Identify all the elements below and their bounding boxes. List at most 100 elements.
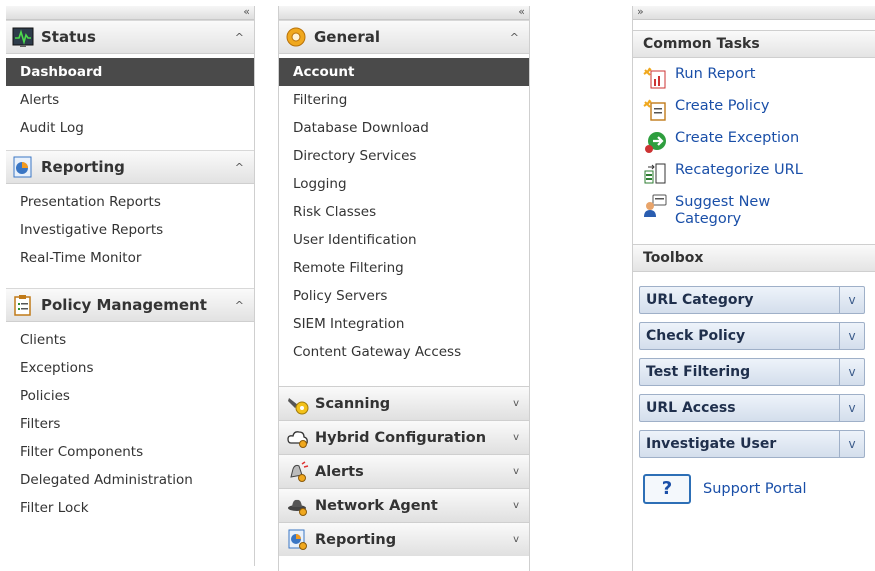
menu-item-logging[interactable]: Logging [279, 170, 529, 198]
menu-item-exceptions[interactable]: Exceptions [6, 354, 254, 382]
menu-item-real-time-monitor[interactable]: Real-Time Monitor [6, 244, 254, 272]
task-label: Create Exception [675, 130, 800, 146]
help-question-icon: ? [643, 474, 691, 504]
tool-label: Check Policy [646, 328, 746, 344]
menu-item-investigative-reports[interactable]: Investigative Reports [6, 216, 254, 244]
menu-item-account[interactable]: Account [279, 58, 529, 86]
menu-item-user-identification[interactable]: User Identification [279, 226, 529, 254]
general-menu: Account Filtering Database Download Dire… [279, 54, 529, 386]
settings-navigation-panel: « General ^ Account Filtering Database D… [278, 6, 530, 571]
menu-item-remote-filtering[interactable]: Remote Filtering [279, 254, 529, 282]
toolbox-header: Toolbox [633, 244, 875, 272]
menu-item-audit-log[interactable]: Audit Log [6, 114, 254, 142]
alerts-bell-icon [287, 460, 309, 483]
expand-icon: » [637, 5, 644, 18]
tool-label: Test Filtering [646, 364, 751, 380]
chevron-down-icon[interactable]: v [839, 395, 864, 421]
chevron-down-icon[interactable]: v [839, 287, 864, 313]
menu-item-directory-services[interactable]: Directory Services [279, 142, 529, 170]
tool-investigate-user[interactable]: Investigate User v [639, 430, 865, 458]
menu-item-filters[interactable]: Filters [6, 410, 254, 438]
common-tasks-header: Common Tasks [633, 30, 875, 58]
tool-url-category[interactable]: URL Category v [639, 286, 865, 314]
section-title: Alerts [315, 463, 364, 480]
menu-item-delegated-administration[interactable]: Delegated Administration [6, 466, 254, 494]
network-agent-hat-icon [287, 495, 309, 517]
right-tasks-panel: » Common Tasks Run Report Create Policy … [632, 6, 875, 571]
collapse-left-panel-button[interactable]: « [6, 6, 254, 20]
menu-item-filtering[interactable]: Filtering [279, 86, 529, 114]
tool-label: Investigate User [646, 436, 777, 452]
section-header-policy-management[interactable]: Policy Management ^ [6, 288, 254, 322]
reporting-settings-icon [287, 529, 309, 551]
tool-url-access[interactable]: URL Access v [639, 394, 865, 422]
section-title: Policy Management [41, 296, 207, 314]
task-run-report[interactable]: Run Report [633, 66, 875, 90]
chevron-up-icon: ^ [234, 30, 244, 44]
section-header-reporting-settings[interactable]: Reporting v [279, 522, 529, 556]
collapse-middle-panel-button[interactable]: « [279, 6, 529, 20]
run-report-icon [643, 66, 667, 90]
chevron-down-icon: v [513, 534, 519, 545]
task-label: Recategorize URL [675, 162, 803, 178]
section-title: Status [41, 28, 96, 46]
chevron-up-icon: ^ [234, 298, 244, 312]
task-recategorize-url[interactable]: Recategorize URL [633, 162, 875, 186]
section-title: Reporting [315, 531, 397, 548]
task-label: Suggest New Category [675, 194, 771, 227]
section-title: General [314, 28, 380, 46]
chevron-down-icon: v [513, 398, 519, 409]
general-gear-icon [285, 26, 307, 48]
section-header-status[interactable]: Status ^ [6, 20, 254, 54]
task-create-exception[interactable]: Create Exception [633, 130, 875, 154]
section-title: Hybrid Configuration [315, 429, 487, 446]
menu-item-risk-classes[interactable]: Risk Classes [279, 198, 529, 226]
menu-item-filter-lock[interactable]: Filter Lock [6, 494, 254, 522]
reporting-chart-icon [12, 156, 34, 178]
section-header-reporting[interactable]: Reporting ^ [6, 150, 254, 184]
menu-item-alerts[interactable]: Alerts [6, 86, 254, 114]
section-header-network-agent[interactable]: Network Agent v [279, 488, 529, 522]
section-title: Scanning [315, 395, 391, 412]
menu-item-policy-servers[interactable]: Policy Servers [279, 282, 529, 310]
section-header-hybrid-configuration[interactable]: Hybrid Configuration v [279, 420, 529, 454]
menu-item-database-download[interactable]: Database Download [279, 114, 529, 142]
status-menu: Dashboard Alerts Audit Log [6, 54, 254, 146]
chevron-down-icon[interactable]: v [839, 359, 864, 385]
chevron-down-icon[interactable]: v [839, 431, 864, 457]
tool-test-filtering[interactable]: Test Filtering v [639, 358, 865, 386]
chevron-up-icon: ^ [509, 30, 519, 44]
left-navigation-panel: « Status ^ Dashboard Alerts Audit Log Re… [6, 6, 255, 566]
tool-check-policy[interactable]: Check Policy v [639, 322, 865, 350]
collapse-icon: « [518, 5, 525, 18]
hybrid-cloud-icon [287, 427, 309, 449]
policy-clipboard-icon [12, 294, 34, 316]
collapse-right-panel-button[interactable]: » [633, 6, 875, 20]
task-create-policy[interactable]: Create Policy [633, 98, 875, 122]
scanning-flashlight-icon [287, 393, 309, 415]
section-header-general[interactable]: General ^ [279, 20, 529, 54]
menu-item-dashboard[interactable]: Dashboard [6, 58, 254, 86]
chevron-up-icon: ^ [234, 160, 244, 174]
menu-item-siem-integration[interactable]: SIEM Integration [279, 310, 529, 338]
menu-item-presentation-reports[interactable]: Presentation Reports [6, 188, 254, 216]
create-policy-icon [643, 98, 667, 122]
chevron-down-icon[interactable]: v [839, 323, 864, 349]
menu-item-clients[interactable]: Clients [6, 326, 254, 354]
menu-item-policies[interactable]: Policies [6, 382, 254, 410]
tool-label: URL Access [646, 400, 736, 416]
section-header-alerts[interactable]: Alerts v [279, 454, 529, 488]
task-label: Create Policy [675, 98, 770, 114]
menu-item-filter-components[interactable]: Filter Components [6, 438, 254, 466]
support-portal-link[interactable]: ? Support Portal [643, 474, 875, 504]
support-portal-label: Support Portal [703, 481, 807, 497]
create-exception-icon [643, 130, 667, 154]
collapse-icon: « [243, 5, 250, 18]
menu-item-content-gateway-access[interactable]: Content Gateway Access [279, 338, 529, 366]
section-header-scanning[interactable]: Scanning v [279, 386, 529, 420]
chevron-down-icon: v [513, 500, 519, 511]
reporting-menu: Presentation Reports Investigative Repor… [6, 184, 254, 276]
chevron-down-icon: v [513, 466, 519, 477]
status-monitor-icon [12, 26, 34, 48]
task-suggest-new-category[interactable]: Suggest New Category [633, 194, 875, 228]
